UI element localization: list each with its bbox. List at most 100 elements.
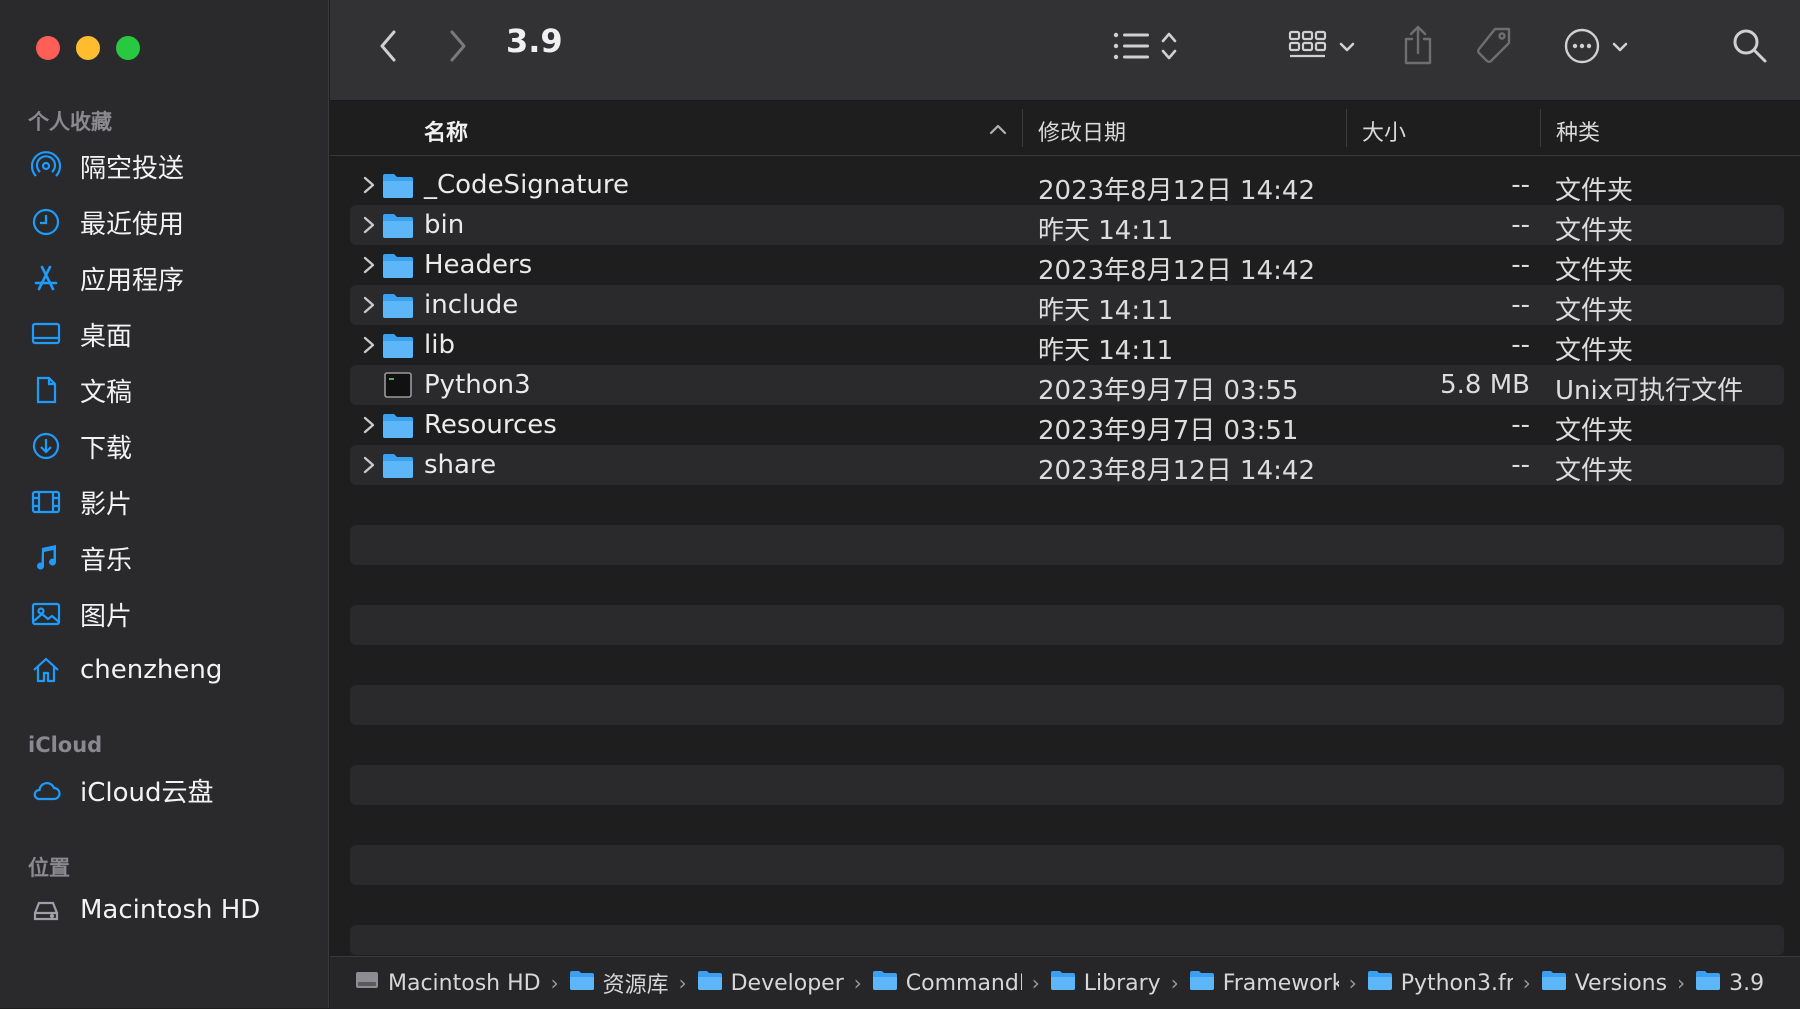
sidebar: 个人收藏 隔空投送 最近使用 应用程序 桌面 文稿 下载 影片 音乐 图片 ch… — [0, 0, 329, 1008]
file-modified: 昨天 14:11 — [1038, 216, 1174, 246]
minimize-window-button[interactable] — [76, 36, 100, 60]
file-row-python3[interactable]: Python3 2023年9月7日 03:55 5.8 MB Unix可执行文件 — [350, 365, 1784, 406]
disclosure-triangle-icon[interactable] — [358, 253, 380, 277]
file-row-codesignature[interactable]: _CodeSignature 2023年8月12日 14:42 -- 文件夹 — [350, 165, 1784, 206]
disclosure-triangle-icon[interactable] — [358, 333, 380, 357]
sidebar-item-documents[interactable]: 文稿 — [30, 368, 132, 412]
path-crumb-label: Library — [1083, 970, 1161, 996]
document-icon — [30, 374, 62, 406]
sidebar-item-movies[interactable]: 影片 — [30, 480, 132, 524]
file-row-resources[interactable]: Resources 2023年9月7日 03:51 -- 文件夹 — [350, 405, 1784, 446]
file-modified: 2023年8月12日 14:42 — [1038, 256, 1315, 286]
tag-button[interactable] — [1470, 24, 1518, 72]
back-button[interactable] — [370, 28, 406, 68]
file-row-headers[interactable]: Headers 2023年8月12日 14:42 -- 文件夹 — [350, 245, 1784, 286]
path-separator-chevron: › — [1522, 971, 1531, 995]
path-bar: Macintosh HD › 资源库 › Developer › Command… — [330, 956, 1800, 1009]
file-row-bin[interactable]: bin 昨天 14:11 -- 文件夹 — [350, 205, 1784, 246]
sidebar-item-music[interactable]: 音乐 — [30, 536, 132, 580]
path-crumb-library-cn[interactable]: 资源库 — [569, 967, 669, 999]
share-button[interactable] — [1396, 22, 1440, 72]
column-separator[interactable] — [1022, 109, 1023, 147]
column-header-size[interactable]: 大小 — [1362, 115, 1406, 147]
sidebar-item-applications[interactable]: 应用程序 — [30, 256, 184, 300]
folder-icon — [382, 410, 414, 440]
view-mode-list-button[interactable] — [1105, 26, 1185, 70]
sidebar-item-label: Macintosh HD — [80, 895, 261, 925]
sidebar-item-desktop[interactable]: 桌面 — [30, 312, 132, 356]
zoom-window-button[interactable] — [116, 36, 140, 60]
clock-icon — [30, 206, 62, 238]
cloud-icon — [30, 774, 62, 806]
sidebar-item-label: 下载 — [80, 433, 133, 464]
search-button[interactable] — [1726, 24, 1774, 72]
disclosure-triangle-icon[interactable] — [358, 213, 380, 237]
disclosure-triangle-icon[interactable] — [358, 413, 380, 437]
sidebar-item-recents[interactable]: 最近使用 — [30, 200, 184, 244]
sidebar-item-label: iCloud云盘 — [80, 777, 214, 808]
empty-row-stripe — [350, 845, 1784, 885]
sidebar-item-macintosh-hd[interactable]: Macintosh HD — [30, 888, 260, 932]
disk-icon — [30, 894, 62, 926]
airdrop-icon — [30, 150, 62, 182]
sidebar-item-label: 应用程序 — [80, 265, 185, 296]
path-crumb-python3-framework[interactable]: Python3.fr — [1367, 969, 1513, 997]
group-by-button[interactable] — [1282, 26, 1362, 70]
column-separator[interactable] — [1540, 109, 1541, 147]
sidebar-item-airdrop[interactable]: 隔空投送 — [30, 144, 184, 188]
empty-row-stripe — [350, 925, 1784, 955]
path-separator-chevron: › — [1170, 971, 1179, 995]
sidebar-item-pictures[interactable]: 图片 — [30, 592, 132, 636]
file-name: Resources — [424, 410, 557, 440]
folder-icon — [872, 969, 898, 997]
applications-icon — [30, 262, 62, 294]
path-crumb-label: Framework — [1222, 970, 1339, 996]
more-actions-button[interactable] — [1556, 24, 1636, 72]
file-name: bin — [424, 210, 465, 240]
column-header-name[interactable]: 名称 — [424, 115, 468, 147]
sidebar-item-downloads[interactable]: 下载 — [30, 424, 132, 468]
sidebar-item-icloud-drive[interactable]: iCloud云盘 — [30, 768, 214, 812]
path-crumb-macintosh-hd[interactable]: Macintosh HD — [354, 969, 541, 997]
file-kind: Unix可执行文件 — [1555, 376, 1744, 406]
path-crumb-3-9[interactable]: 3.9 — [1695, 969, 1764, 997]
sidebar-item-label: 最近使用 — [80, 209, 185, 240]
path-crumb-versions[interactable]: Versions — [1541, 969, 1667, 997]
file-name: Headers — [424, 250, 533, 280]
file-kind: 文件夹 — [1555, 296, 1634, 326]
disclosure-triangle-icon[interactable] — [358, 453, 380, 477]
sort-ascending-icon[interactable] — [988, 117, 1008, 142]
search-icon — [1730, 26, 1770, 70]
folder-icon — [697, 969, 723, 997]
list-view-icon — [1112, 29, 1152, 67]
column-separator[interactable] — [1346, 109, 1347, 147]
path-crumb-library[interactable]: Library — [1050, 969, 1161, 997]
path-crumb-frameworks[interactable]: Framework — [1189, 969, 1339, 997]
path-crumb-label: Versions — [1574, 970, 1668, 996]
file-row-include[interactable]: include 昨天 14:11 -- 文件夹 — [350, 285, 1784, 326]
disclosure-triangle-icon[interactable] — [358, 173, 380, 197]
file-size: -- — [1511, 410, 1530, 440]
empty-row-stripe — [350, 765, 1784, 805]
file-kind: 文件夹 — [1555, 256, 1634, 286]
file-size: 5.8 MB — [1440, 370, 1530, 400]
path-crumb-developer[interactable]: Developer — [697, 969, 844, 997]
path-crumb-label: CommandL — [905, 970, 1022, 996]
folder-icon — [569, 969, 595, 997]
file-row-lib[interactable]: lib 昨天 14:11 -- 文件夹 — [350, 325, 1784, 366]
file-row-share[interactable]: share 2023年8月12日 14:42 -- 文件夹 — [350, 445, 1784, 486]
disclosure-triangle-icon[interactable] — [358, 293, 380, 317]
empty-row-stripe — [350, 525, 1784, 565]
toolbar: 3.9 — [330, 0, 1800, 101]
empty-row-stripe — [350, 685, 1784, 725]
file-modified: 2023年8月12日 14:42 — [1038, 176, 1315, 206]
path-crumb-label: Macintosh HD — [388, 970, 541, 996]
forward-button[interactable] — [440, 28, 476, 68]
sidebar-item-home[interactable]: chenzheng — [30, 648, 222, 692]
close-window-button[interactable] — [36, 36, 60, 60]
column-header-kind[interactable]: 种类 — [1556, 115, 1600, 147]
column-header-modified[interactable]: 修改日期 — [1038, 115, 1126, 147]
terminal-executable-icon — [382, 370, 414, 400]
path-crumb-commandlinetools[interactable]: CommandL — [872, 969, 1022, 997]
folder-icon — [382, 250, 414, 280]
